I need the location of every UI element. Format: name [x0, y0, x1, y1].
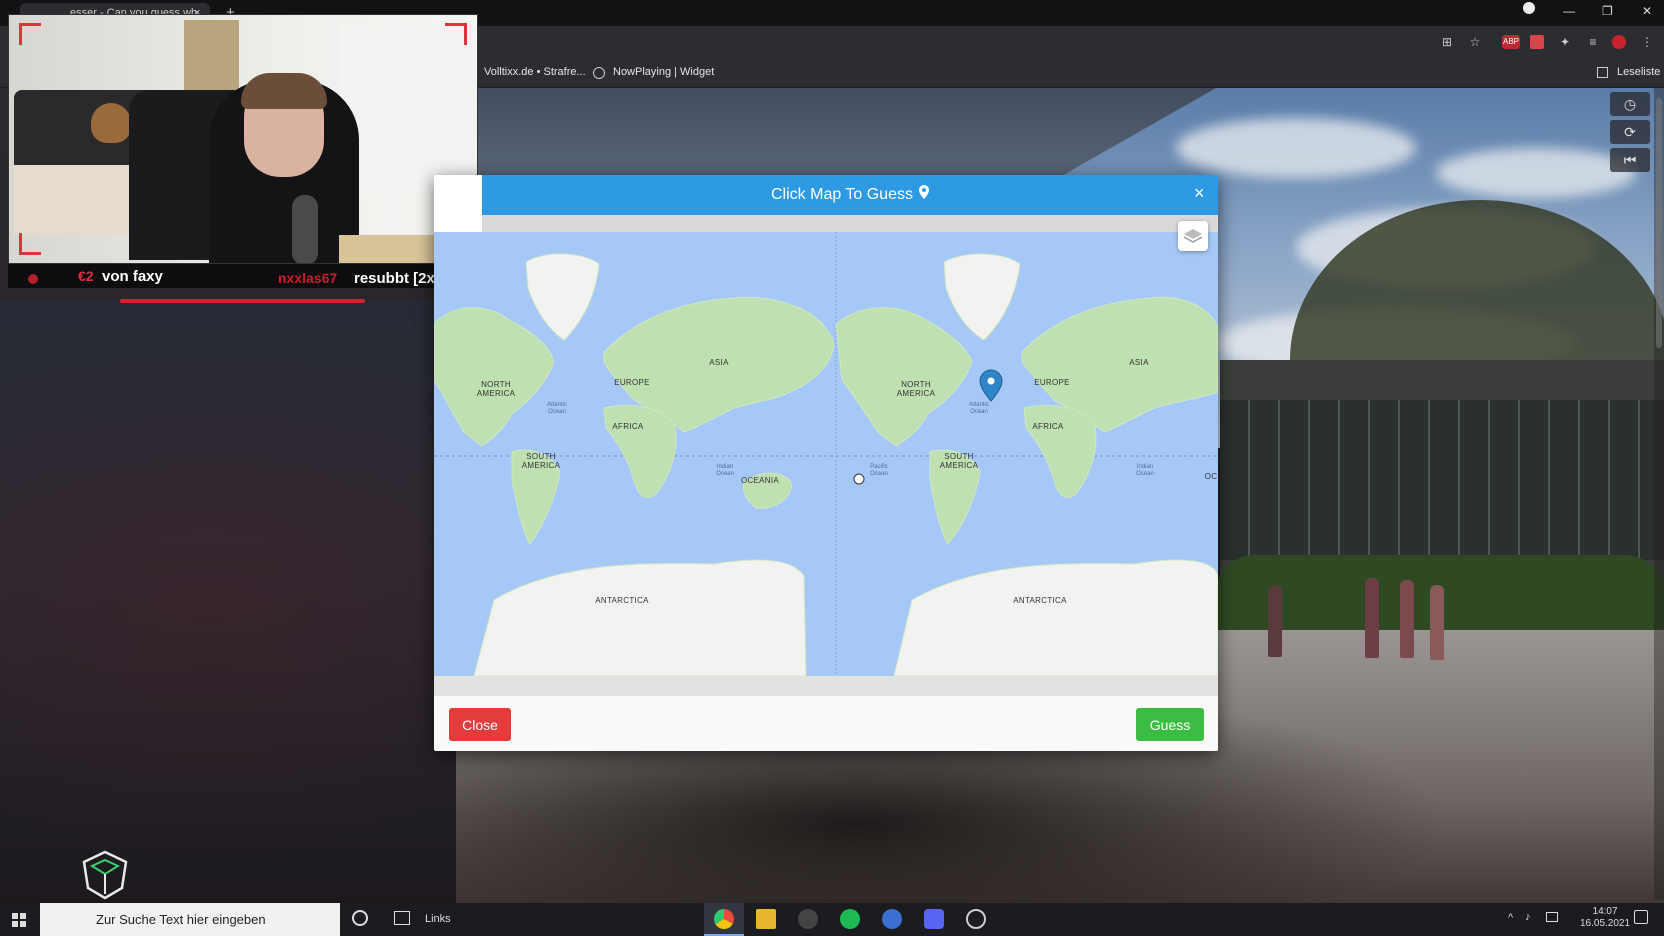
- ocean-label: Pacific Ocean: [870, 464, 888, 477]
- ocean-label: Indian Ocean: [1136, 464, 1154, 477]
- map-label: NORTH AMERICA: [476, 380, 516, 398]
- map-label: SOUTH AMERICA: [521, 452, 561, 470]
- file-explorer-icon[interactable]: [756, 909, 776, 929]
- frame-corner: [19, 233, 41, 255]
- sub-text: resubbt [2x]: [354, 270, 440, 287]
- minimize-button[interactable]: —: [1563, 4, 1575, 18]
- app-icon[interactable]: [882, 909, 902, 929]
- modal-footer: Close Guess: [434, 696, 1218, 751]
- chrome-icon[interactable]: [714, 909, 734, 929]
- modal-header: Click Map To Guess ×: [482, 175, 1218, 215]
- heart-icon: [28, 274, 38, 284]
- refresh-icon[interactable]: ⟳: [1610, 120, 1650, 144]
- extension-icon[interactable]: [1530, 35, 1544, 49]
- scrollbar-thumb[interactable]: [1656, 98, 1662, 348]
- reading-list-icon: [1597, 67, 1608, 78]
- close-window-button[interactable]: ✕: [1642, 4, 1652, 18]
- taskbar-search-placeholder[interactable]: Zur Suche Text hier eingeben: [96, 912, 266, 927]
- map-label: EUROPE: [614, 378, 650, 387]
- close-button[interactable]: Close: [449, 708, 511, 741]
- modal-close-icon[interactable]: ×: [1194, 183, 1205, 203]
- ocean-label: Atlantic Ocean: [547, 402, 567, 415]
- menu-kebab-icon[interactable]: ⋮: [1640, 35, 1654, 49]
- microphone: [292, 195, 318, 263]
- pedestrian: [1430, 585, 1444, 660]
- map-label: ASIA: [1129, 358, 1149, 367]
- pedestrian: [1400, 580, 1414, 658]
- clock-date: 16.05.2021: [1580, 918, 1631, 929]
- map-label: OCEANIA: [740, 476, 780, 485]
- map-label: AFRICA: [1032, 422, 1064, 431]
- bookmark-nowplaying[interactable]: NowPlaying | Widget: [613, 66, 714, 78]
- pedestrian: [1268, 585, 1282, 657]
- windows-start-icon[interactable]: [12, 913, 26, 927]
- clock-time: 14:07: [1592, 906, 1618, 917]
- webcam-overlay: [8, 14, 478, 264]
- pedestrian: [1365, 578, 1379, 658]
- tray-chevron-icon[interactable]: ^: [1508, 912, 1513, 924]
- media-queue-icon[interactable]: ≡: [1586, 35, 1600, 49]
- map-marker-icon: [918, 185, 929, 202]
- modal-title-text: Click Map To Guess: [771, 186, 913, 203]
- frame-corner: [445, 23, 467, 45]
- restore-button[interactable]: ❐: [1602, 4, 1613, 18]
- reading-list-link[interactable]: Leseliste: [1617, 66, 1660, 78]
- profile-record-icon[interactable]: [1523, 2, 1535, 14]
- map-label: NORTH AMERICA: [896, 380, 936, 398]
- ocean-label: Indian Ocean: [716, 464, 734, 477]
- cortana-icon[interactable]: [352, 910, 368, 926]
- spotify-icon[interactable]: [840, 909, 860, 929]
- bookmark-volltixx[interactable]: Volltixx.de • Strafre...: [484, 66, 586, 78]
- shelf: [184, 20, 239, 90]
- guess-map[interactable]: NORTH AMERICA EUROPE ASIA AFRICA SOUTH A…: [434, 232, 1218, 677]
- bookmark-star-icon[interactable]: ☆: [1468, 35, 1482, 49]
- globe-icon: [593, 67, 605, 79]
- obs-icon[interactable]: [798, 909, 818, 929]
- guess-button[interactable]: Guess: [1136, 708, 1204, 741]
- taskbar-links[interactable]: Links: [425, 913, 451, 925]
- sub-user: nxxlas67: [278, 270, 338, 286]
- hand-cursor-icon: [853, 473, 865, 485]
- task-view-icon[interactable]: [394, 911, 410, 925]
- donation-text: von faxy: [102, 268, 163, 285]
- map-label: ANTARCTICA: [595, 596, 649, 605]
- discord-icon[interactable]: [924, 909, 944, 929]
- skip-back-icon[interactable]: ⏮: [1610, 148, 1650, 172]
- map-label: AFRICA: [612, 422, 644, 431]
- frame-corner: [19, 23, 41, 45]
- profile-avatar-icon[interactable]: [1612, 35, 1626, 49]
- map-label: SOUTH AMERICA: [939, 452, 979, 470]
- network-icon[interactable]: [1546, 912, 1558, 922]
- map-label: ASIA: [709, 358, 729, 367]
- map-label: EUROPE: [1034, 378, 1070, 387]
- translate-icon[interactable]: ⊞: [1440, 35, 1454, 49]
- ocean-label: Atlantic Ocean: [969, 402, 989, 415]
- system-clock[interactable]: 14:07 16.05.2021: [1580, 906, 1630, 930]
- channel-logo-icon: [82, 850, 128, 900]
- volume-icon[interactable]: ♪: [1525, 911, 1531, 923]
- map-label: ANTARCTICA: [1013, 596, 1067, 605]
- layers-icon[interactable]: [1178, 221, 1208, 251]
- guess-map-modal: Click Map To Guess × NORTH AMERICA EUROP…: [434, 175, 1218, 751]
- alert-progress-line: [120, 299, 365, 303]
- clock-app-icon[interactable]: [966, 909, 986, 929]
- donation-amount: €2: [78, 268, 94, 284]
- notification-icon[interactable]: [1634, 910, 1648, 924]
- plush-toy: [91, 103, 131, 143]
- modal-title: Click Map To Guess: [482, 185, 1218, 204]
- adblock-extension-icon[interactable]: ABP: [1502, 35, 1520, 49]
- clock-icon[interactable]: ◷: [1610, 92, 1650, 116]
- puzzle-extensions-icon[interactable]: ✦: [1558, 35, 1572, 49]
- map-label: OC: [1204, 472, 1218, 481]
